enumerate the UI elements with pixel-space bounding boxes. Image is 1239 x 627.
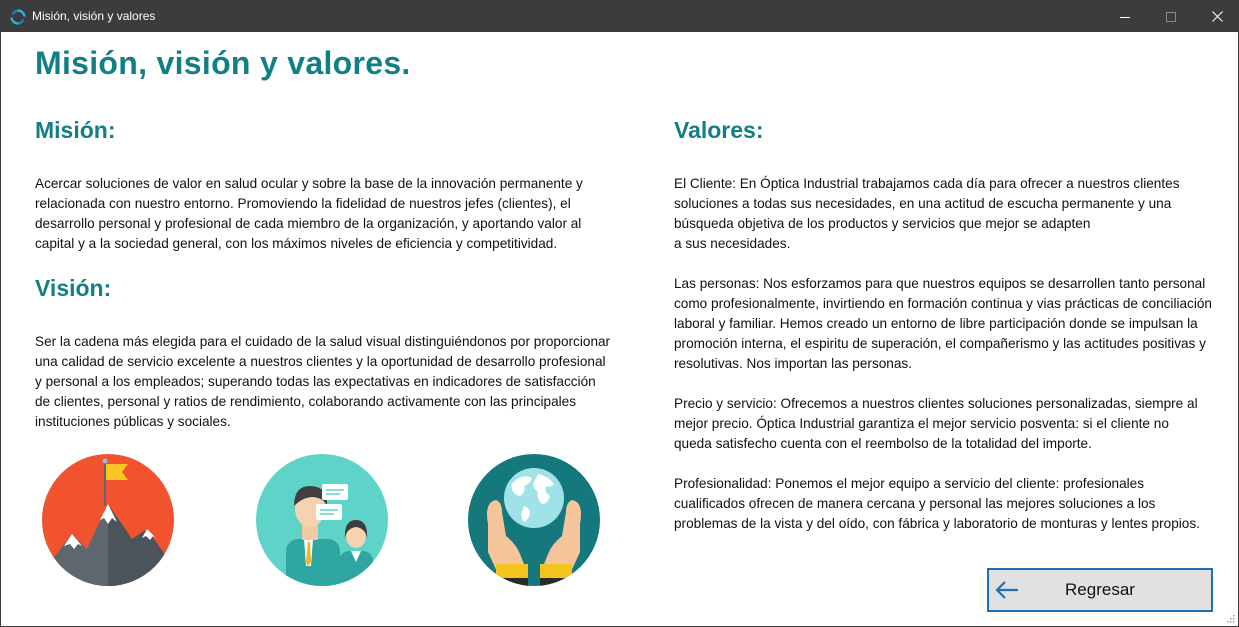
page-title: Misión, visión y valores.	[35, 45, 411, 81]
vision-line: Ser la cadena más elegida para el cuidad…	[35, 334, 611, 349]
title-bar[interactable]: Misión, visión y valores	[1, 1, 1238, 32]
maximize-button[interactable]	[1148, 1, 1194, 32]
valores-profesionalidad-line: Profesionalidad: Ponemos el mejor equipo…	[674, 476, 1145, 491]
vision-line: una calidad de servicio excelente a nues…	[35, 354, 606, 369]
app-logo-icon	[10, 9, 26, 25]
mision-line: Acercar soluciones de valor en salud ocu…	[35, 176, 583, 191]
mision-heading: Misión:	[35, 117, 116, 143]
app-window: Misión, visión y valores Misión, visión …	[0, 0, 1239, 627]
regresar-label: Regresar	[1065, 580, 1135, 599]
valores-precio-line: queda satisfecho cuenta con el reembolso…	[674, 436, 1092, 451]
paragraph-spacer	[674, 254, 1212, 274]
valores-precio-line: Precio y servicio: Ofrecemos a nuestros …	[674, 396, 1198, 411]
minimize-icon	[1120, 16, 1130, 18]
valores-personas-line: como profesionalmente, invirtiendo en fo…	[674, 296, 1212, 311]
paragraph-spacer	[674, 374, 1212, 394]
valores-cliente-line: soluciones a todas sus necesidades, en u…	[674, 196, 1172, 211]
vision-line: instituciones públicas y sociales.	[35, 414, 231, 429]
valores-personas-line: resolutivas. Nos importan las personas.	[674, 356, 912, 371]
valores-cliente-line: a sus necesidades.	[674, 236, 791, 251]
paragraph-spacer	[674, 454, 1212, 474]
valores-cliente-line: búsqueda objetiva de los productos y ser…	[674, 216, 1091, 231]
valores-personas-line: laboral y familiar. Hemos creado un ento…	[674, 316, 1198, 331]
vision-line: de clientes, personal y ratios de rendim…	[35, 394, 577, 409]
close-button[interactable]	[1194, 1, 1239, 32]
valores-precio-line: mejor precio. Óptica Industrial garantiz…	[674, 416, 1169, 431]
valores-profesionalidad-line: problemas de la vista y del oído, con fá…	[674, 516, 1200, 531]
resize-grip-icon[interactable]	[1227, 615, 1235, 623]
valores-cliente-line: El Cliente: En Óptica Industrial trabaja…	[674, 176, 1180, 191]
valores-text: El Cliente: En Óptica Industrial trabaja…	[674, 174, 1212, 534]
business-people-icon	[256, 454, 388, 586]
maximize-icon	[1166, 11, 1176, 22]
mision-text: Acercar soluciones de valor en salud ocu…	[35, 174, 583, 254]
mision-line: desarrollo personal y profesional de cad…	[35, 216, 582, 231]
valores-profesionalidad-line: cualificados ofrecen de manera cercana y…	[674, 496, 1156, 511]
vision-text: Ser la cadena más elegida para el cuidad…	[35, 332, 610, 432]
close-icon	[1211, 11, 1223, 22]
regresar-button[interactable]: Regresar	[987, 568, 1213, 612]
hands-globe-icon	[468, 454, 600, 586]
mision-line: capital y a la sociedad general, con los…	[35, 236, 558, 251]
vision-line: y personal a los empleados; superando to…	[35, 374, 596, 389]
mision-line: relacionada con nuestro entorno. Promovi…	[35, 196, 571, 211]
minimize-button[interactable]	[1102, 1, 1148, 32]
valores-personas-line: promoción interna, el espiritu de supera…	[674, 336, 1206, 351]
vision-heading: Visión:	[35, 275, 112, 301]
valores-personas-line: Las personas: Nos esforzamos para que nu…	[674, 276, 1206, 291]
mountain-flag-icon	[42, 454, 174, 586]
valores-heading: Valores:	[674, 117, 764, 143]
window-title: Misión, visión y valores	[32, 9, 156, 23]
